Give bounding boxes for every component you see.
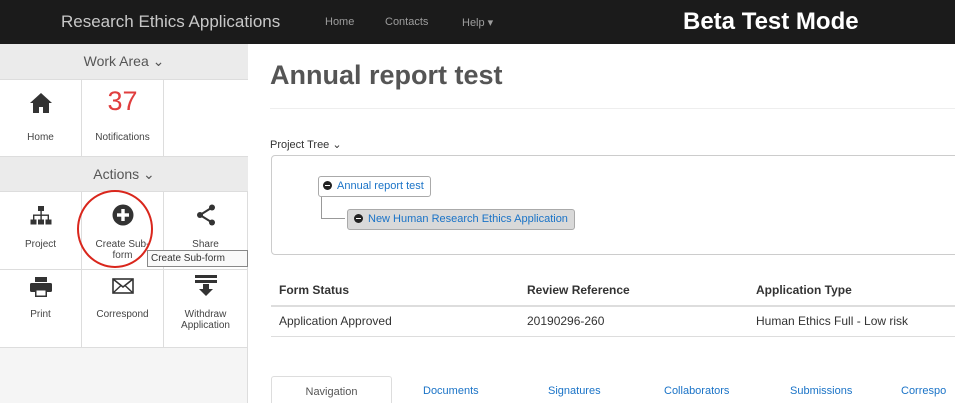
collapse-icon[interactable] xyxy=(323,181,332,190)
table-divider xyxy=(271,336,955,337)
nav-help-dropdown[interactable]: Help ▾ xyxy=(462,16,493,29)
table-header: Review Reference xyxy=(527,283,630,297)
review-reference-value: 20190296-260 xyxy=(527,314,605,328)
print-icon xyxy=(29,277,52,297)
project-tree-panel: Annual report test New Human Research Et… xyxy=(271,155,955,255)
share-label: Share xyxy=(192,239,219,250)
correspond-label: Correspond xyxy=(96,309,149,320)
project-tile[interactable]: Project xyxy=(0,192,82,270)
beta-mode-banner: Beta Test Mode xyxy=(683,8,859,35)
empty-tile xyxy=(164,80,248,158)
tree-node-root[interactable]: Annual report test xyxy=(318,176,431,197)
create-sub-form-label-line1: Create Sub- xyxy=(95,239,150,250)
tab-documents[interactable]: Documents xyxy=(423,376,479,403)
withdraw-application-tile[interactable]: Withdraw Application xyxy=(164,270,248,348)
withdraw-label-line2: Application xyxy=(181,320,230,331)
title-divider xyxy=(270,108,955,109)
home-tile[interactable]: Home xyxy=(0,80,82,158)
collapse-icon[interactable] xyxy=(354,214,363,223)
tab-bar: Navigation Documents Signatures Collabor… xyxy=(271,376,955,403)
nav-contacts-link[interactable]: Contacts xyxy=(385,16,428,28)
tree-connector xyxy=(321,197,322,218)
correspond-tile[interactable]: Correspond xyxy=(82,270,164,348)
sidebar: Work Area ⌄ Home 37 Notifications Action… xyxy=(0,44,248,403)
notifications-tile[interactable]: 37 Notifications xyxy=(82,80,164,158)
tab-navigation[interactable]: Navigation xyxy=(271,376,392,403)
tab-collaborators[interactable]: Collaborators xyxy=(664,376,729,403)
project-label: Project xyxy=(24,239,57,250)
sitemap-icon xyxy=(30,206,51,225)
tree-node-root-label: Annual report test xyxy=(337,180,424,192)
tree-node-child-label: New Human Research Ethics Application xyxy=(368,213,568,225)
notifications-count: 37 xyxy=(107,86,138,116)
home-icon xyxy=(29,93,52,113)
work-area-header[interactable]: Work Area ⌄ xyxy=(0,44,248,80)
table-header: Form Status xyxy=(279,283,350,297)
withdraw-label-line1: Withdraw xyxy=(184,309,227,320)
envelope-icon xyxy=(111,278,134,294)
create-sub-form-tooltip: Create Sub-form xyxy=(147,250,248,267)
tab-submissions[interactable]: Submissions xyxy=(790,376,852,403)
project-tree-toggle[interactable]: Project Tree ⌄ xyxy=(270,138,342,151)
table-divider xyxy=(271,305,955,307)
notifications-label: Notifications xyxy=(95,132,150,143)
table-header: Application Type xyxy=(756,283,852,297)
actions-header[interactable]: Actions ⌄ xyxy=(0,156,248,192)
top-navbar: Research Ethics Applications Home Contac… xyxy=(0,0,955,44)
home-label: Home xyxy=(27,132,54,143)
tab-signatures[interactable]: Signatures xyxy=(548,376,601,403)
app-brand[interactable]: Research Ethics Applications xyxy=(61,12,280,32)
tab-correspondence[interactable]: Correspo xyxy=(901,376,946,403)
application-type-value: Human Ethics Full - Low risk xyxy=(756,314,909,328)
nav-home-link[interactable]: Home xyxy=(325,16,354,28)
page-title: Annual report test xyxy=(270,60,503,90)
tree-node-child[interactable]: New Human Research Ethics Application xyxy=(347,209,575,230)
share-icon xyxy=(196,204,215,226)
print-tile[interactable]: Print xyxy=(0,270,82,348)
form-status-value: Application Approved xyxy=(279,314,392,328)
tree-connector xyxy=(321,218,345,219)
print-label: Print xyxy=(30,309,51,320)
plus-circle-icon xyxy=(112,204,133,226)
withdraw-icon xyxy=(194,275,217,296)
